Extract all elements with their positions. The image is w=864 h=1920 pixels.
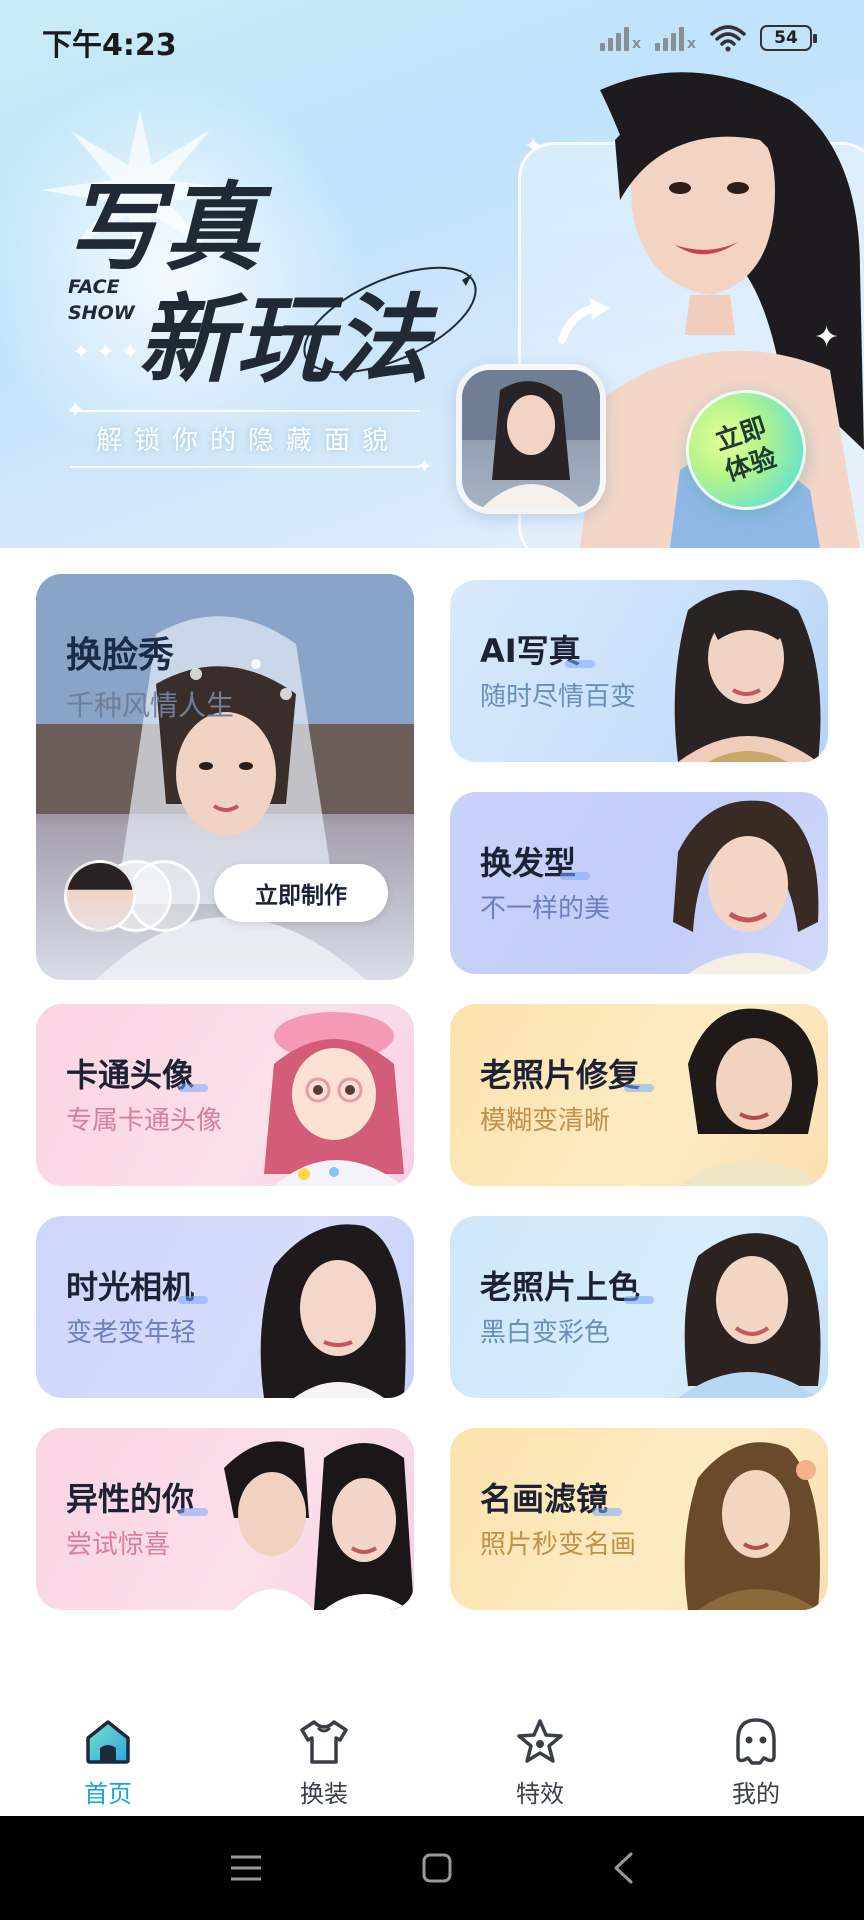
hero-tag: FACE SHOW xyxy=(68,276,135,324)
before-thumbnail xyxy=(456,364,606,514)
nav-label: 首页 xyxy=(84,1780,132,1808)
back-icon[interactable] xyxy=(611,1851,635,1885)
portrait-photo xyxy=(678,1233,821,1398)
avatar xyxy=(64,860,136,932)
card-subtitle: 照片秒变名画 xyxy=(480,1530,637,1560)
nav-label: 特效 xyxy=(516,1780,564,1808)
divider-bottom xyxy=(70,466,420,468)
home-button-icon[interactable] xyxy=(421,1852,453,1884)
portrait-photo xyxy=(674,590,821,762)
face-swap-card[interactable]: 换脸秀 千种风情人生 立即制作 xyxy=(36,574,414,980)
orbit-decoration xyxy=(303,266,477,374)
wifi-icon xyxy=(710,25,746,52)
portrait-photo xyxy=(673,800,819,974)
portrait-photo xyxy=(684,1442,820,1610)
menu-icon[interactable] xyxy=(229,1853,263,1883)
home-icon xyxy=(86,1720,130,1764)
tshirt-icon xyxy=(300,1720,348,1764)
signal-icon: x xyxy=(599,25,641,51)
hairstyle-card[interactable]: 换发型 不一样的美 xyxy=(450,792,828,974)
status-icons: x x 54 xyxy=(599,24,817,52)
portrait-photo xyxy=(678,1008,828,1186)
make-now-button[interactable]: 立即制作 xyxy=(214,864,388,922)
painting-filter-card[interactable]: 名画滤镜 照片秒变名画 xyxy=(450,1428,828,1610)
gender-swap-card[interactable]: 异性的你 尝试惊喜 xyxy=(36,1428,414,1610)
card-title: 换脸秀 xyxy=(66,635,175,676)
nav-profile[interactable]: 我的 xyxy=(648,1700,864,1816)
status-time: 下午4:23 xyxy=(42,28,177,63)
card-subtitle: 模糊变清晰 xyxy=(480,1106,611,1136)
star-icon xyxy=(517,1719,563,1763)
hero-subtitle: 解锁你的隐藏面貌 xyxy=(96,426,401,456)
card-title: 老照片上色 xyxy=(480,1268,641,1306)
card-title: 老照片修复 xyxy=(480,1056,641,1094)
card-title: 异性的你 xyxy=(66,1480,195,1518)
card-subtitle: 黑白变彩色 xyxy=(480,1318,611,1348)
battery-icon: 54 xyxy=(760,25,817,51)
card-subtitle: 尝试惊喜 xyxy=(66,1530,171,1560)
cartoon-avatar-card[interactable]: 卡通头像 专属卡通头像 xyxy=(36,1004,414,1186)
divider-top xyxy=(70,410,420,412)
photo-restore-card[interactable]: 老照片修复 模糊变清晰 xyxy=(450,1004,828,1186)
nav-home[interactable]: 首页 xyxy=(0,1700,216,1816)
portrait-photo xyxy=(264,1012,404,1186)
signal-icon-2: x xyxy=(654,25,696,51)
card-title: AI写真 xyxy=(480,632,581,670)
status-bar: 下午4:23 x x 54 xyxy=(0,0,864,78)
stars-decoration: ✦✦✦ xyxy=(72,340,146,365)
hero-banner[interactable]: 下午4:23 x x 54 写真 FACE SHOW 新玩法 ✦✦✦ 解锁你的隐… xyxy=(0,0,864,548)
portrait-photo xyxy=(260,1224,406,1398)
sparkle-icon: ✦ xyxy=(416,454,433,478)
ai-portrait-card[interactable]: AI写真 随时尽情百变 xyxy=(450,580,828,762)
card-subtitle: 变老变年轻 xyxy=(66,1318,197,1348)
nav-label: 我的 xyxy=(732,1780,780,1808)
system-nav-bar xyxy=(0,1816,864,1920)
nav-label: 换装 xyxy=(300,1780,348,1808)
card-title: 换发型 xyxy=(480,844,577,882)
sparkle-icon: ✦ xyxy=(814,320,840,355)
time-camera-card[interactable]: 时光相机 变老变年轻 xyxy=(36,1216,414,1398)
card-title: 卡通头像 xyxy=(66,1056,195,1094)
card-title: 时光相机 xyxy=(66,1268,195,1306)
arrow-icon xyxy=(558,298,610,344)
sparkle-icon: ✦ xyxy=(66,398,85,423)
profile-icon xyxy=(736,1718,776,1765)
bottom-nav: 首页 换装 特效 我的 xyxy=(0,1700,864,1816)
card-subtitle: 不一样的美 xyxy=(480,894,611,924)
card-subtitle: 专属卡通头像 xyxy=(66,1106,223,1136)
sparkle-icon: ✦ xyxy=(524,134,543,159)
nav-outfit[interactable]: 换装 xyxy=(216,1700,432,1816)
card-subtitle: 随时尽情百变 xyxy=(480,682,637,712)
nav-effects[interactable]: 特效 xyxy=(432,1700,648,1816)
portrait-photo xyxy=(224,1441,414,1610)
card-subtitle: 千种风情人生 xyxy=(66,689,235,722)
photo-colorize-card[interactable]: 老照片上色 黑白变彩色 xyxy=(450,1216,828,1398)
card-title: 名画滤镜 xyxy=(480,1480,609,1518)
